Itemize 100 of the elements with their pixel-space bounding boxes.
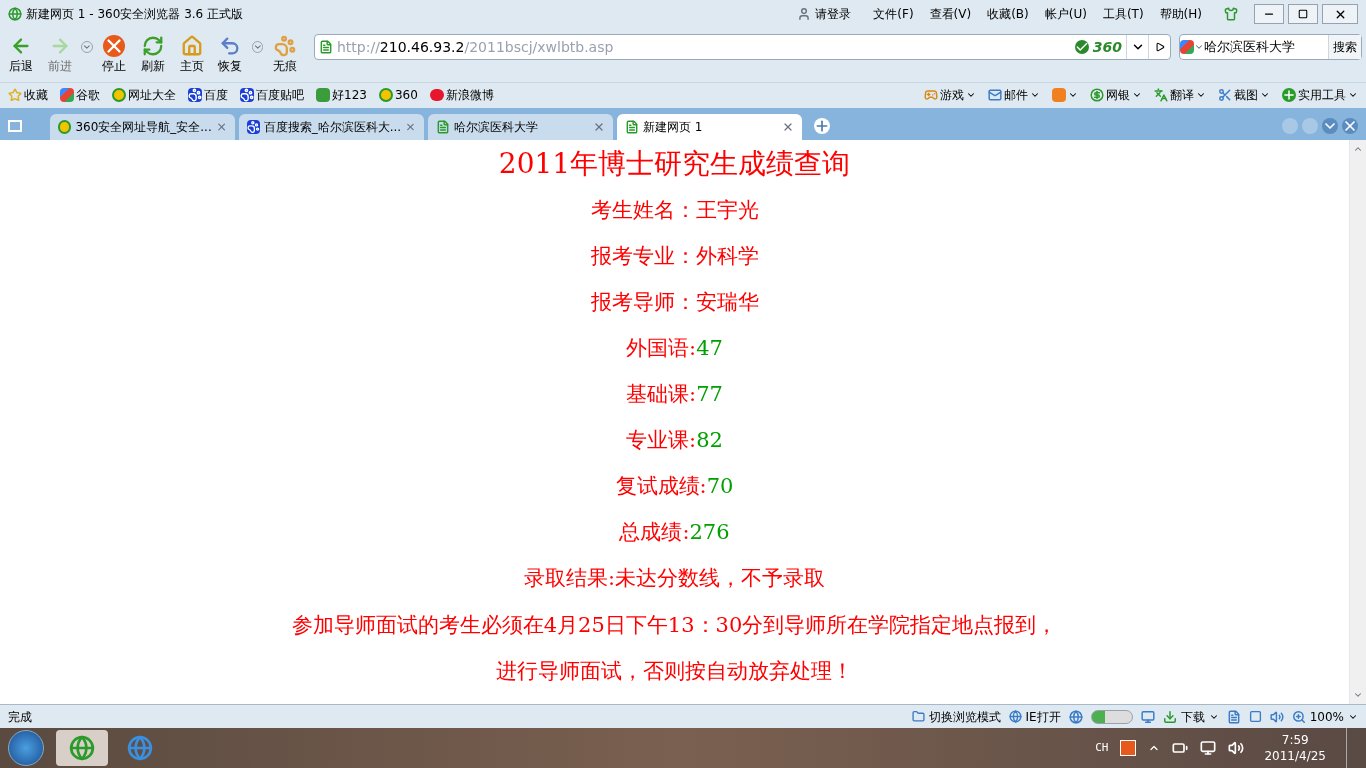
browser-tab[interactable]: 360安全网址导航_安全... <box>50 114 235 140</box>
toolbar-button[interactable]: 刷新 <box>135 35 171 75</box>
new-tab-icon[interactable] <box>814 118 830 134</box>
close-button[interactable] <box>1322 4 1358 24</box>
power-icon[interactable] <box>1172 740 1189 756</box>
toolbar-tool[interactable]: 实用工具 <box>1282 85 1358 104</box>
browser-tab[interactable]: 百度搜索_哈尔滨医科大... <box>239 114 424 140</box>
search-field[interactable]: 哈尔滨医科大学 搜索 <box>1179 34 1363 60</box>
field-label: 基础课: <box>626 381 697 409</box>
login-link[interactable]: 请登录 <box>815 5 852 23</box>
bookmark-item[interactable]: 收藏 <box>8 85 48 104</box>
page-icon <box>318 40 333 54</box>
field-value: 70 <box>706 473 734 501</box>
toolbar-button[interactable]: 后退 <box>4 35 39 75</box>
bookmark-item[interactable]: 360 <box>378 85 418 104</box>
group-buy-icon <box>1052 87 1066 102</box>
stop-icon <box>103 35 126 57</box>
scroll-up-icon[interactable] <box>1353 144 1363 154</box>
star-icon <box>8 87 22 102</box>
page-icon[interactable] <box>1226 709 1241 724</box>
bookmark-item[interactable]: 好123 <box>316 85 367 104</box>
toolbar-tool[interactable] <box>1052 87 1078 102</box>
download-button[interactable]: 下载 <box>1162 707 1219 726</box>
page-icon <box>436 120 450 134</box>
toolbar-button[interactable]: 主页 <box>174 35 209 75</box>
gamepad-icon <box>924 87 938 102</box>
browser-tab[interactable]: 哈尔滨医科大学 <box>428 114 613 140</box>
menu-item[interactable]: 文件(F) <box>873 5 914 23</box>
zoom-button[interactable]: 100% <box>1291 707 1358 726</box>
toolbar-tool[interactable]: 游戏 <box>924 85 976 104</box>
bookmark-item[interactable]: 网址大全 <box>112 85 176 104</box>
toolbar-tool[interactable]: 截图 <box>1218 85 1270 104</box>
browser-tab[interactable]: 新建网页 1 <box>617 114 802 140</box>
close-icon[interactable] <box>1342 118 1358 134</box>
taskbar-app-button[interactable] <box>56 730 108 766</box>
language-indicator[interactable]: CH <box>1095 739 1109 757</box>
scroll-down-icon[interactable] <box>1353 690 1363 700</box>
scrollbar[interactable] <box>1349 140 1366 704</box>
window-title: 新建网页 1 - 360安全浏览器 3.6 正式版 <box>26 6 244 23</box>
maximize-button[interactable] <box>1288 4 1318 24</box>
field-label: 外国语: <box>626 335 697 363</box>
close-tab-icon[interactable] <box>405 121 416 133</box>
field-label: 考生姓名： <box>590 197 696 225</box>
clock[interactable]: 7:59 2011/4/25 <box>1256 732 1334 764</box>
paw-icon <box>247 120 260 134</box>
window-icon[interactable] <box>1248 710 1262 723</box>
toolbar-tool[interactable]: 网银 <box>1090 85 1142 104</box>
close-tab-icon[interactable] <box>782 121 794 133</box>
search-button[interactable]: 搜索 <box>1328 35 1362 59</box>
menu-item[interactable]: 收藏(B) <box>987 5 1029 23</box>
bookmark-item[interactable]: 新浪微博 <box>429 85 494 104</box>
bookmark-item[interactable]: 百度贴吧 <box>240 85 304 104</box>
plus-icon <box>1282 87 1296 102</box>
bookmark-item[interactable]: 谷歌 <box>60 85 100 104</box>
toolbar-button[interactable]: 无痕 <box>267 35 302 75</box>
globe-icon <box>1008 710 1022 723</box>
network-icon[interactable] <box>1200 740 1217 756</box>
toolbar-tool[interactable]: 邮件 <box>988 85 1040 104</box>
volume-icon[interactable] <box>1228 740 1245 756</box>
sidebar-toggle-icon[interactable] <box>8 120 22 132</box>
field-label: 总成绩: <box>619 519 690 547</box>
tab-list-icon[interactable] <box>1322 118 1338 134</box>
toolbar-button[interactable]: 恢复 <box>213 35 248 75</box>
mode-switch-button[interactable]: 切换浏览模式 <box>911 707 1001 726</box>
close-tab-icon[interactable] <box>593 121 605 133</box>
download-icon <box>1162 709 1177 724</box>
menu-item[interactable]: 工具(T) <box>1102 5 1144 23</box>
menu-item[interactable]: 帮助(H) <box>1159 5 1202 23</box>
field-value: 47 <box>696 335 723 363</box>
address-bar[interactable]: http://210.46.93.2/2011bscj/xwlbtb.asp 360 <box>313 34 1171 60</box>
browser-logo-icon <box>8 7 22 21</box>
input-method-icon[interactable] <box>1120 740 1137 756</box>
monitor-icon[interactable] <box>1140 709 1155 724</box>
check-icon <box>1074 40 1089 54</box>
field-label: 复试成绩: <box>615 473 707 501</box>
page-icon <box>625 120 639 134</box>
colored-squares-icon <box>1180 40 1194 54</box>
ie-open-button[interactable]: IE打开 <box>1008 707 1061 726</box>
menu-item[interactable]: 查看(V) <box>929 5 972 23</box>
paw-icon <box>188 87 202 102</box>
bookmark-item[interactable]: 百度 <box>188 85 228 104</box>
close-tab-icon[interactable] <box>215 121 227 133</box>
shirt-icon[interactable] <box>1224 7 1238 21</box>
speaker-icon[interactable] <box>1269 709 1284 724</box>
toggle-switch[interactable] <box>1090 709 1133 724</box>
toolbar-tool[interactable]: 翻译 <box>1154 85 1206 104</box>
status-text: 完成 <box>8 708 32 726</box>
start-button[interactable] <box>8 730 44 766</box>
toolbar-button[interactable]: 停止 <box>96 35 132 75</box>
url-text: http://210.46.93.2/2011bscj/xwlbtb.asp <box>336 37 614 57</box>
minimize-button[interactable] <box>1254 4 1284 24</box>
field-value: 82 <box>696 427 723 455</box>
security-label: 360 <box>1092 37 1122 57</box>
field-label: 报考专业： <box>590 243 696 271</box>
menu-item[interactable]: 帐户(U) <box>1044 5 1087 23</box>
field-value: 77 <box>696 381 723 409</box>
globe-icon[interactable] <box>1068 709 1083 724</box>
field-value: 未达分数线，不予录取 <box>615 565 826 593</box>
globe-icon <box>127 735 153 761</box>
eye-logo-icon <box>429 88 444 101</box>
